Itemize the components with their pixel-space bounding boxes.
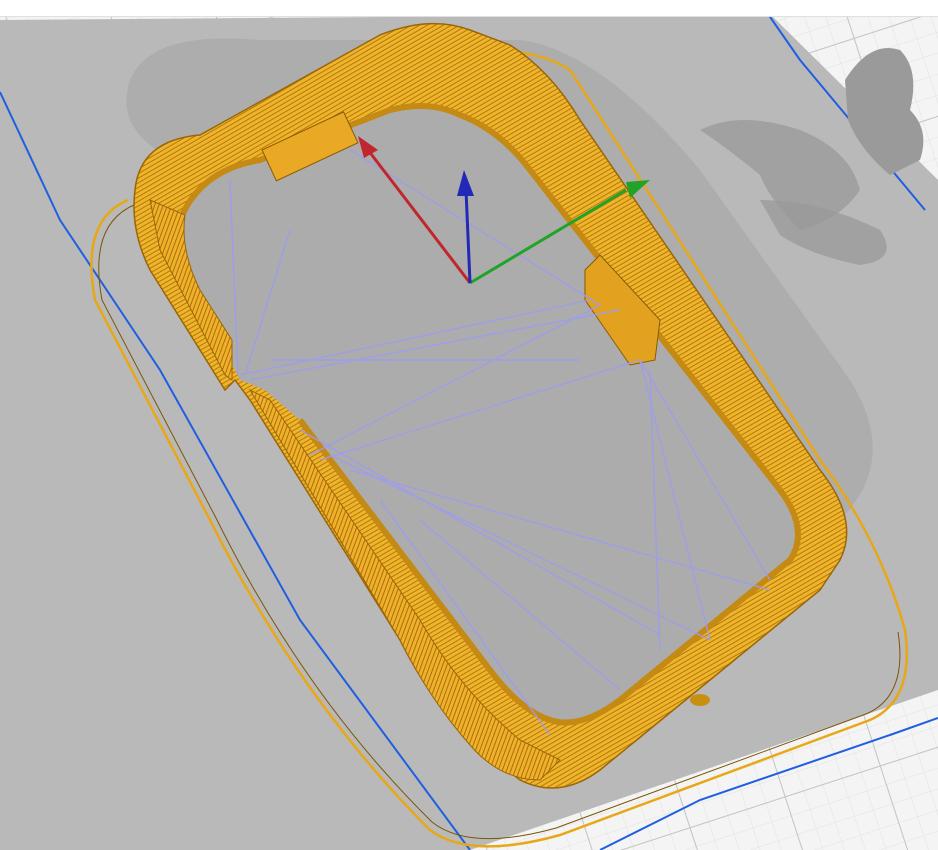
3d-viewport[interactable]: [0, 0, 938, 850]
scene-canvas[interactable]: [0, 0, 938, 850]
bottom-hole: [690, 694, 710, 706]
toolbar-strip: [0, 0, 938, 17]
